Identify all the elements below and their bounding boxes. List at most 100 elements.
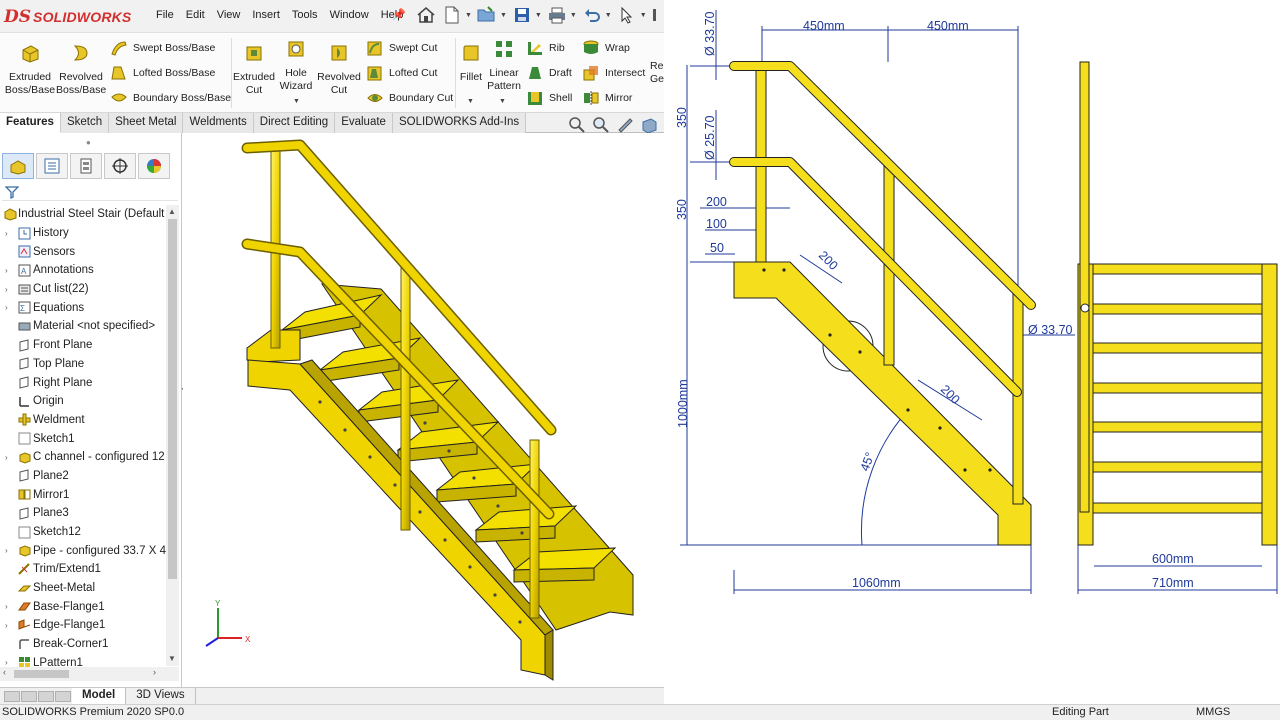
tree-item[interactable]: Sheet-Metal	[0, 579, 166, 598]
filter-icon[interactable]	[5, 185, 19, 199]
chevron-right-icon[interactable]: ›	[5, 621, 13, 630]
scroll-thumb[interactable]	[14, 670, 69, 678]
chevron-right-icon[interactable]: ›	[5, 303, 13, 312]
swept-boss-button[interactable]: Swept Boss/Base	[110, 38, 215, 58]
first-tab-icon[interactable]	[4, 690, 20, 702]
section-view-icon[interactable]	[640, 116, 658, 134]
tab-solidworks-add-ins[interactable]: SOLIDWORKS Add-Ins	[392, 113, 527, 133]
lofted-cut-button[interactable]: Lofted Cut	[366, 63, 437, 83]
reference-geometry-button[interactable]: Re Ge	[650, 60, 664, 86]
tree-item[interactable]: › History	[0, 224, 166, 243]
open-folder-icon[interactable]	[476, 3, 498, 27]
solidworks-logo[interactable]: DS SOLIDWORKS	[4, 6, 131, 28]
linear-pattern-button[interactable]: Linear Pattern	[486, 38, 522, 93]
tree-item[interactable]: Right Plane	[0, 373, 166, 392]
menu-insert[interactable]: Insert	[246, 9, 286, 21]
tree-filter[interactable]	[2, 183, 178, 201]
tree-item[interactable]: › C channel - configured 12	[0, 448, 166, 467]
draft-button[interactable]: Draft	[526, 63, 572, 83]
tree-item[interactable]: › Pipe - configured 33.7 X 4	[0, 541, 166, 560]
hole-wizard-button[interactable]: Hole Wizard	[276, 38, 316, 93]
prev-tab-icon[interactable]	[21, 690, 37, 702]
undo-icon[interactable]	[581, 3, 603, 27]
feature-tree-tab-icon[interactable]	[2, 153, 34, 179]
tree-item[interactable]: Plane2	[0, 467, 166, 486]
menu-edit[interactable]: Edit	[180, 9, 211, 21]
tree-item[interactable]: Break-Corner1	[0, 635, 166, 654]
scroll-right-icon[interactable]: ›	[153, 667, 156, 677]
extruded-cut-button[interactable]: Extruded Cut	[232, 42, 276, 97]
tree-item[interactable]: Sketch12	[0, 523, 166, 542]
revolved-cut-button[interactable]: Revolved Cut	[316, 42, 362, 97]
display-manager-tab-icon[interactable]	[138, 153, 170, 179]
chevron-down-icon[interactable]: ▼	[535, 12, 542, 19]
chevron-down-icon[interactable]: ▼	[640, 12, 647, 19]
chevron-right-icon[interactable]: ›	[5, 453, 13, 462]
previous-view-icon[interactable]	[616, 116, 634, 134]
tab-direct-editing[interactable]: Direct Editing	[253, 113, 336, 133]
tree-horizontal-scrollbar[interactable]: ‹ ›	[0, 667, 179, 681]
menu-tools[interactable]: Tools	[286, 9, 324, 21]
chevron-down-icon[interactable]: ▼	[605, 12, 612, 19]
chevron-down-icon[interactable]: ▼	[465, 12, 472, 19]
rib-button[interactable]: Rib	[526, 38, 565, 58]
tree-item[interactable]: Sketch1	[0, 429, 166, 448]
print-icon[interactable]	[546, 3, 568, 27]
tree-item[interactable]: Top Plane	[0, 355, 166, 374]
tree-item[interactable]: Plane3	[0, 504, 166, 523]
wrap-button[interactable]: Wrap	[582, 38, 630, 58]
pin-icon[interactable]: 📌	[392, 8, 406, 21]
dimxpert-manager-tab-icon[interactable]	[104, 153, 136, 179]
lofted-boss-button[interactable]: Lofted Boss/Base	[110, 63, 215, 83]
tab-3d-views[interactable]: 3D Views	[126, 688, 196, 704]
chevron-down-icon[interactable]: ▼	[570, 12, 577, 19]
scroll-thumb[interactable]	[168, 219, 177, 579]
intersect-button[interactable]: Intersect	[582, 63, 645, 83]
next-tab-icon[interactable]	[38, 690, 54, 702]
chevron-right-icon[interactable]: ›	[5, 266, 13, 275]
boundary-cut-button[interactable]: Boundary Cut	[366, 88, 453, 108]
tab-weldments[interactable]: Weldments	[183, 113, 254, 133]
tree-item[interactable]: Material <not specified>	[0, 317, 166, 336]
tab-features[interactable]: Features	[0, 113, 61, 133]
configuration-manager-tab-icon[interactable]	[70, 153, 102, 179]
boundary-boss-button[interactable]: Boundary Boss/Base	[110, 88, 231, 108]
tree-item[interactable]: Weldment	[0, 411, 166, 430]
chevron-right-icon[interactable]: ›	[5, 602, 13, 611]
tree-item[interactable]: › Cut list(22)	[0, 280, 166, 299]
tree-item[interactable]: Mirror1	[0, 485, 166, 504]
mirror-button[interactable]: Mirror	[582, 88, 632, 108]
tree-root-part[interactable]: Industrial Steel Stair (Default	[0, 205, 166, 224]
tree-item[interactable]: › Base-Flange1	[0, 597, 166, 616]
chevron-right-icon[interactable]: ›	[5, 285, 13, 294]
swept-cut-button[interactable]: Swept Cut	[366, 38, 437, 58]
save-icon[interactable]	[511, 3, 533, 27]
select-cursor-icon[interactable]	[616, 3, 638, 27]
revolved-boss-button[interactable]: Revolved Boss/Base	[56, 42, 106, 97]
tree-item[interactable]: › Σ Equations	[0, 298, 166, 317]
tab-model[interactable]: Model	[72, 688, 127, 704]
chevron-down-icon[interactable]: ▼	[293, 98, 300, 105]
new-document-icon[interactable]	[441, 3, 463, 27]
zoom-to-fit-icon[interactable]	[568, 116, 586, 134]
menu-window[interactable]: Window	[324, 9, 375, 21]
last-tab-icon[interactable]	[55, 690, 71, 702]
scroll-up-icon[interactable]: ▲	[168, 207, 176, 216]
scroll-left-icon[interactable]: ‹	[3, 667, 6, 677]
tree-item[interactable]: › A Annotations	[0, 261, 166, 280]
chevron-right-icon[interactable]: ›	[5, 229, 13, 238]
tree-item[interactable]: Origin	[0, 392, 166, 411]
tab-sketch[interactable]: Sketch	[60, 113, 110, 133]
tree-vertical-scrollbar[interactable]: ▲ ▼	[166, 205, 179, 666]
units-selector[interactable]: MMGS	[1196, 705, 1230, 720]
rebuild-icon[interactable]	[651, 3, 657, 27]
scroll-down-icon[interactable]: ▼	[168, 654, 176, 663]
property-manager-tab-icon[interactable]	[36, 153, 68, 179]
tree-item[interactable]: › Edge-Flange1	[0, 616, 166, 635]
tree-item[interactable]: Trim/Extend1	[0, 560, 166, 579]
chevron-right-icon[interactable]: ›	[5, 546, 13, 555]
tab-sheet-metal[interactable]: Sheet Metal	[109, 113, 184, 133]
tree-item[interactable]: Sensors	[0, 242, 166, 261]
tree-item[interactable]: Front Plane	[0, 336, 166, 355]
menu-file[interactable]: File	[150, 9, 180, 21]
